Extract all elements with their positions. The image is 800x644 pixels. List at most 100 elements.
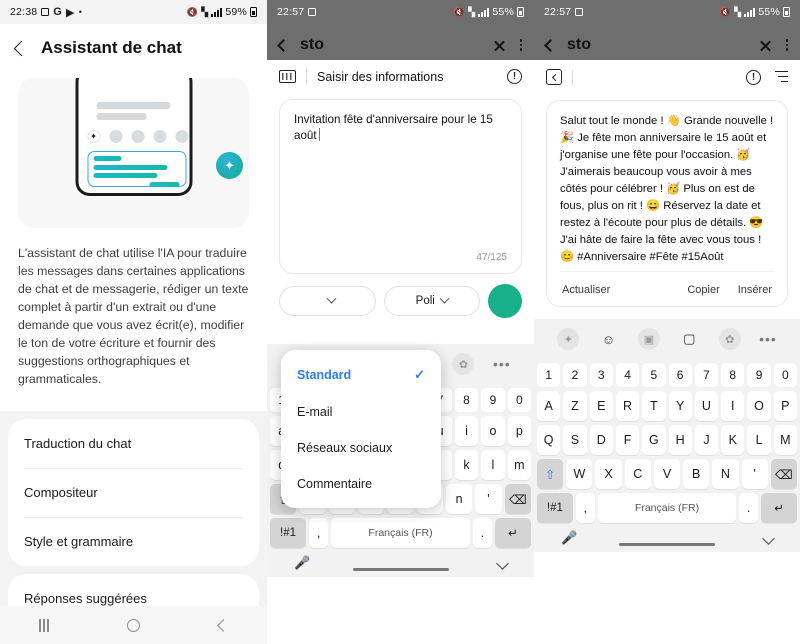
kebab-menu-icon[interactable] [519,39,522,51]
key-P[interactable]: P [773,391,797,422]
key-apostrophe[interactable]: ' [475,484,502,514]
key-3[interactable]: 3 [589,363,613,388]
mic-icon[interactable]: 🎤 [561,530,577,546]
shift-key[interactable]: ⇧ [537,459,564,490]
key-i[interactable]: i [454,416,479,446]
key-W[interactable]: W [566,459,593,490]
key-9[interactable]: 9 [481,388,505,412]
mic-icon[interactable]: 🎤 [294,555,310,571]
enter-key[interactable]: ↵ [495,518,531,548]
key-7[interactable]: 7 [694,363,719,388]
key-Q[interactable]: Q [537,425,561,456]
key-J[interactable]: J [694,425,719,456]
menu-item-standard[interactable]: Standard ✓ [281,356,441,394]
space-key[interactable]: Français (FR) [597,493,737,524]
settings-gear-icon[interactable]: ✿ [718,328,741,351]
key-H[interactable]: H [668,425,692,456]
back-chevron-icon[interactable] [277,38,290,52]
info-icon[interactable]: ! [746,69,761,85]
key-R[interactable]: R [615,391,640,422]
chevron-down-icon[interactable] [762,532,775,545]
key-S[interactable]: S [563,425,587,456]
period-key[interactable]: . [472,518,492,548]
list-format-icon[interactable] [773,70,788,84]
copy-button[interactable]: Copier [687,284,719,296]
key-B[interactable]: B [683,459,710,490]
insert-button[interactable]: Insérer [738,284,772,296]
key-apostrophe[interactable]: ' [741,459,768,490]
period-key[interactable]: . [739,493,759,524]
sidebar-item-composer[interactable]: Compositeur [8,467,259,517]
key-G[interactable]: G [642,425,666,456]
key-C[interactable]: C [624,459,651,490]
key-F[interactable]: F [615,425,640,456]
comma-key[interactable]: , [575,493,595,524]
symbols-key[interactable]: !#1 [270,518,306,548]
back-chevron-icon[interactable] [544,38,557,52]
key-I[interactable]: I [721,391,745,422]
format-dropdown-menu[interactable]: Standard ✓ E-mail Réseaux sociaux Commen… [281,350,441,508]
key-X[interactable]: X [595,459,622,490]
tone-dropdown[interactable]: Poli [383,286,480,316]
home-icon[interactable] [127,618,141,632]
menu-item-email[interactable]: E-mail [281,394,441,430]
key-D[interactable]: D [589,425,613,456]
chevron-down-icon[interactable] [496,556,509,570]
key-Y[interactable]: Y [668,391,692,422]
key-0[interactable]: 0 [773,363,797,388]
key-k[interactable]: k [454,450,479,480]
close-icon[interactable] [493,39,506,52]
backspace-key[interactable]: ⌫ [770,459,797,490]
key-E[interactable]: E [589,391,613,422]
keyboard-icon[interactable] [279,70,296,83]
emoji-icon[interactable]: ☺ [598,328,620,350]
key-V[interactable]: V [653,459,681,490]
format-dropdown[interactable] [279,286,376,316]
key-K[interactable]: K [721,425,745,456]
backspace-key[interactable]: ⌫ [504,484,531,514]
info-icon[interactable]: ! [507,69,522,84]
back-icon[interactable] [216,618,230,632]
key-2[interactable]: 2 [563,363,587,388]
key-l[interactable]: l [481,450,505,480]
back-square-icon[interactable] [546,69,562,85]
close-icon[interactable] [759,39,772,52]
key-U[interactable]: U [694,391,719,422]
prompt-input-card[interactable]: Invitation fête d'anniversaire pour le 1… [279,99,522,274]
key-M[interactable]: M [773,425,797,456]
key-o[interactable]: o [481,416,505,446]
key-n[interactable]: n [445,484,473,514]
recents-icon[interactable] [39,618,49,632]
key-8[interactable]: 8 [721,363,745,388]
back-chevron-icon[interactable] [13,40,30,56]
key-N[interactable]: N [712,459,739,490]
key-6[interactable]: 6 [668,363,692,388]
ai-sparkle-icon[interactable]: ✦ [557,328,580,351]
clipboard-icon[interactable]: ▢ [678,328,700,350]
kebab-menu-icon[interactable] [785,39,788,51]
sticker-icon[interactable]: ▣ [637,328,660,351]
refresh-button[interactable]: Actualiser [562,284,610,296]
enter-key[interactable]: ↵ [761,493,798,524]
menu-item-social[interactable]: Réseaux sociaux [281,430,441,466]
key-4[interactable]: 4 [615,363,640,388]
key-T[interactable]: T [642,391,666,422]
key-5[interactable]: 5 [642,363,666,388]
key-L[interactable]: L [747,425,771,456]
key-Z[interactable]: Z [563,391,587,422]
symbols-key[interactable]: !#1 [537,493,573,524]
comma-key[interactable]: , [309,518,329,548]
key-m[interactable]: m [507,450,532,480]
key-p[interactable]: p [507,416,532,446]
more-icon[interactable]: ••• [493,356,511,372]
key-1[interactable]: 1 [537,363,561,388]
more-icon[interactable]: ••• [759,331,777,347]
key-9[interactable]: 9 [747,363,771,388]
prompt-input-value[interactable]: Invitation fête d'anniversaire pour le 1… [294,112,507,144]
key-A[interactable]: A [537,391,561,422]
sidebar-item-chat-translation[interactable]: Traduction du chat [8,419,259,468]
key-O[interactable]: O [747,391,771,422]
key-8[interactable]: 8 [454,388,479,412]
generate-button[interactable] [488,284,522,318]
space-key[interactable]: Français (FR) [331,518,470,548]
